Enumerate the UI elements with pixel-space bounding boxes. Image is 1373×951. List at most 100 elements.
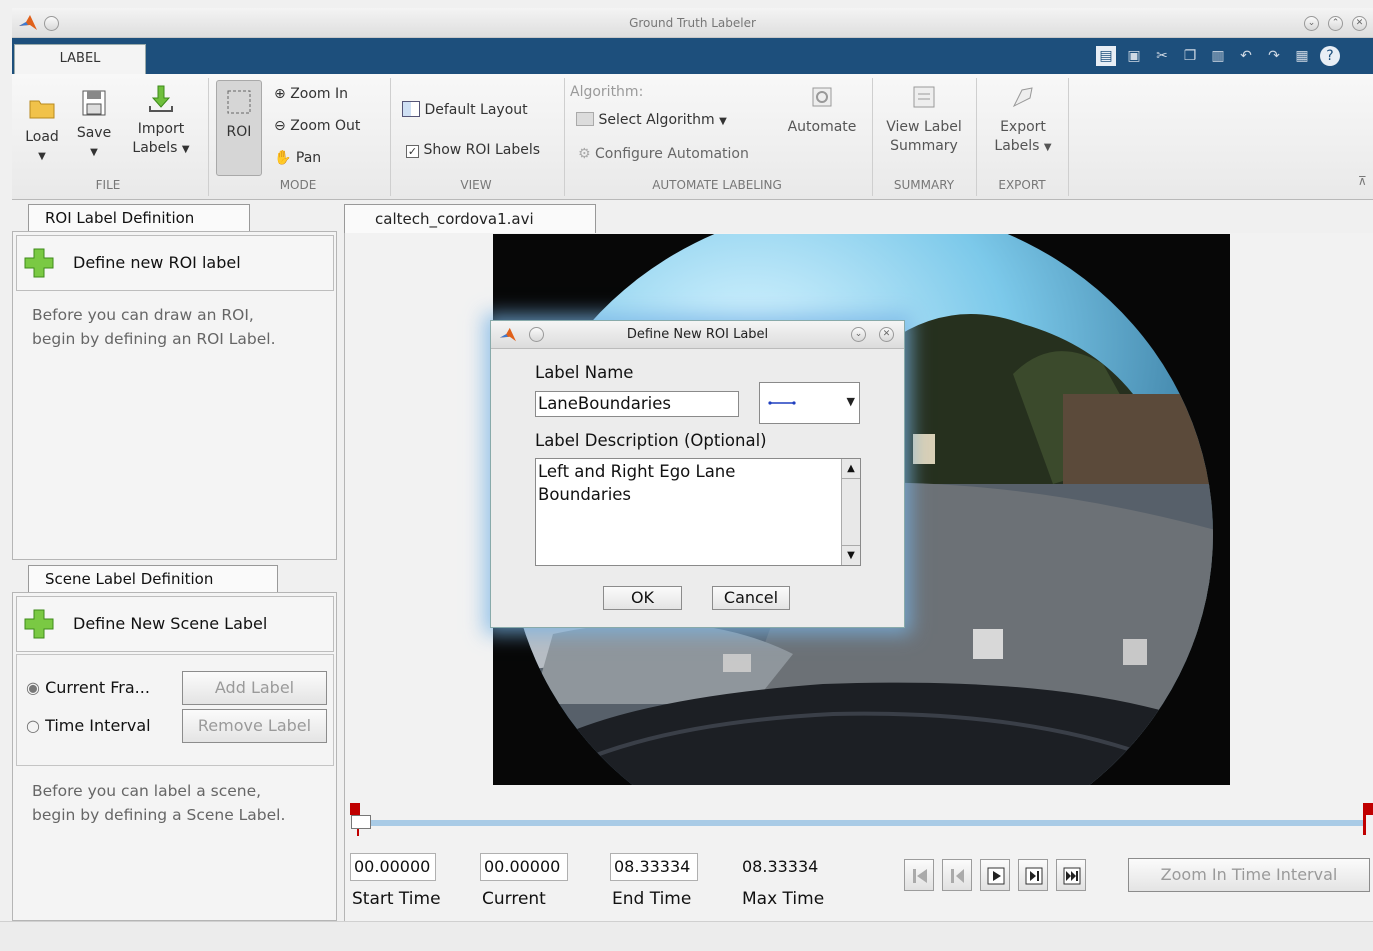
roi-hint-line2: begin by defining an ROI Label. — [32, 330, 276, 348]
previous-frame-icon — [951, 869, 964, 883]
play-button[interactable] — [980, 859, 1010, 891]
label-description-caption: Label Description (Optional) — [535, 431, 767, 450]
zoom-in-icon: ⊕ — [274, 86, 286, 102]
previous-frame-button[interactable] — [942, 859, 972, 891]
current-time-field[interactable]: 00.00000 — [480, 853, 568, 881]
dialog-title: Define New ROI Label — [626, 327, 769, 342]
tab-scene-label-definition[interactable]: Scene Label Definition — [28, 565, 278, 593]
algorithm-label: Algorithm: — [570, 84, 644, 100]
define-roi-label-button[interactable]: Define new ROI label — [16, 235, 334, 291]
matlab-logo-icon — [500, 327, 516, 342]
define-scene-label-button[interactable]: Define New Scene Label — [16, 596, 334, 652]
max-time-value: 08.33334 — [742, 857, 819, 876]
undo-icon[interactable]: ↶ — [1236, 46, 1256, 66]
cancel-button[interactable]: Cancel — [712, 586, 790, 610]
cut-icon[interactable]: ✂ — [1152, 46, 1172, 66]
save-icon[interactable]: ▣ — [1124, 46, 1144, 66]
scene-hint-line2: begin by defining a Scene Label. — [32, 806, 286, 824]
paste-icon[interactable]: ▥ — [1208, 46, 1228, 66]
radio-time-interval[interactable]: ○ Time Interval — [26, 716, 151, 735]
close-button[interactable]: ✕ — [1352, 16, 1367, 31]
start-time-label: Start Time — [352, 889, 441, 909]
ok-button[interactable]: OK — [603, 586, 682, 610]
load-button[interactable]: Load ▼ — [18, 92, 66, 166]
add-label-button[interactable]: Add Label — [182, 671, 327, 705]
automate-button[interactable]: Automate — [780, 82, 864, 137]
dialog-minimize-button[interactable]: ⌄ — [851, 327, 866, 342]
radio-current-frame[interactable]: ◉ Current Fra... — [26, 678, 150, 697]
playhead-handle[interactable] — [351, 815, 371, 829]
window-title: Ground Truth Labeler — [629, 16, 756, 30]
view-group-label: VIEW — [460, 178, 492, 192]
chevron-down-icon: ▼ — [846, 395, 855, 408]
help-icon[interactable]: ? — [1320, 46, 1340, 66]
textarea-scrollbar[interactable]: ▲ ▼ — [841, 459, 860, 565]
default-layout-button[interactable]: Default Layout — [402, 100, 528, 120]
ribbon-tab-strip: LABEL ▤ ▣ ✂ ❐ ▥ ↶ ↷ ▦ ? — [12, 38, 1373, 74]
last-frame-button[interactable] — [1056, 859, 1086, 891]
tab-label[interactable]: LABEL — [14, 44, 146, 74]
new-session-icon[interactable]: ▤ — [1096, 46, 1116, 66]
end-time-field[interactable]: 08.33334 — [610, 853, 698, 881]
description-line-1: Left and Right Ego Lane — [538, 462, 736, 481]
export-icon — [1012, 87, 1033, 108]
import-arrow-icon — [149, 85, 173, 112]
save-button[interactable]: Save ▼ — [70, 88, 118, 162]
dialog-menu-button[interactable] — [529, 327, 544, 342]
window-title-bar: Ground Truth Labeler ⌄ ⌃ ✕ — [12, 8, 1373, 38]
copy-icon[interactable]: ❐ — [1180, 46, 1200, 66]
line-roi-icon — [768, 401, 796, 405]
zoom-out-icon: ⊖ — [274, 118, 286, 134]
redo-icon[interactable]: ↷ — [1264, 46, 1284, 66]
checkbox-checked-icon: ✓ — [406, 145, 419, 158]
end-marker-flag — [1365, 803, 1373, 815]
scene-hint-line1: Before you can label a scene, — [32, 782, 262, 800]
file-group-label: FILE — [95, 178, 121, 192]
next-frame-button[interactable] — [1018, 859, 1048, 891]
next-frame-icon — [1025, 867, 1043, 885]
zoom-out-button[interactable]: ⊖ Zoom Out — [274, 116, 360, 136]
maximize-button[interactable]: ⌃ — [1328, 16, 1343, 31]
dialog-title-bar: Define New ROI Label ⌄ ✕ — [491, 321, 904, 349]
timeline-track[interactable] — [356, 820, 1366, 826]
label-description-textarea[interactable]: Left and Right Ego Lane Boundaries ▲ ▼ — [535, 458, 861, 566]
tab-video-file[interactable]: caltech_cordova1.avi — [344, 204, 596, 234]
folder-gray-icon — [576, 112, 594, 126]
radio-selected-icon: ◉ — [26, 678, 40, 697]
ribbon: Load ▼ Save ▼ Import Labels ▼ FILE ROI ⊕… — [12, 74, 1373, 200]
description-line-2: Boundaries — [538, 485, 632, 504]
roi-hint-line1: Before you can draw an ROI, — [32, 306, 254, 324]
scroll-down-icon[interactable]: ▼ — [842, 545, 860, 565]
tab-roi-label-definition[interactable]: ROI Label Definition — [28, 204, 250, 232]
start-time-field[interactable]: 00.00000 — [350, 853, 436, 881]
export-labels-button[interactable]: Export Labels ▼ — [982, 82, 1064, 157]
define-new-roi-label-dialog: Define New ROI Label ⌄ ✕ Label Name Lane… — [490, 320, 905, 628]
view-label-summary-button[interactable]: View Label Summary — [876, 82, 972, 156]
layout-icon[interactable]: ▦ — [1292, 46, 1312, 66]
dialog-close-button[interactable]: ✕ — [879, 327, 894, 342]
collapse-ribbon-icon[interactable]: ⊼ — [1358, 174, 1367, 188]
remove-label-button[interactable]: Remove Label — [182, 709, 327, 743]
show-roi-labels-checkbox[interactable]: ✓ Show ROI Labels — [406, 140, 540, 160]
scroll-up-icon[interactable]: ▲ — [842, 459, 860, 479]
minimize-button[interactable]: ⌄ — [1304, 16, 1319, 31]
separator — [1068, 78, 1069, 196]
summary-icon — [913, 86, 935, 108]
first-frame-icon — [913, 869, 927, 883]
configure-automation-button[interactable]: ⚙ Configure Automation — [578, 144, 749, 164]
select-algorithm-dropdown[interactable]: Select Algorithm ▼ — [576, 110, 727, 132]
zoom-in-button[interactable]: ⊕ Zoom In — [274, 84, 348, 104]
label-name-input[interactable]: LaneBoundaries — [535, 391, 739, 417]
label-type-dropdown[interactable]: ▼ — [759, 382, 860, 424]
automate-group-label: AUTOMATE LABELING — [652, 178, 782, 192]
current-time-label: Current — [482, 889, 546, 909]
roi-icon — [227, 90, 251, 114]
pan-button[interactable]: ✋ Pan — [274, 148, 321, 168]
import-labels-button[interactable]: Import Labels ▼ — [126, 84, 196, 159]
hand-icon: ✋ — [274, 150, 292, 166]
first-frame-button[interactable] — [904, 859, 934, 891]
end-time-label: End Time — [612, 889, 692, 909]
roi-button[interactable]: ROI — [216, 80, 262, 176]
zoom-in-time-interval-button[interactable]: Zoom In Time Interval — [1128, 858, 1370, 892]
folder-icon — [29, 100, 55, 119]
